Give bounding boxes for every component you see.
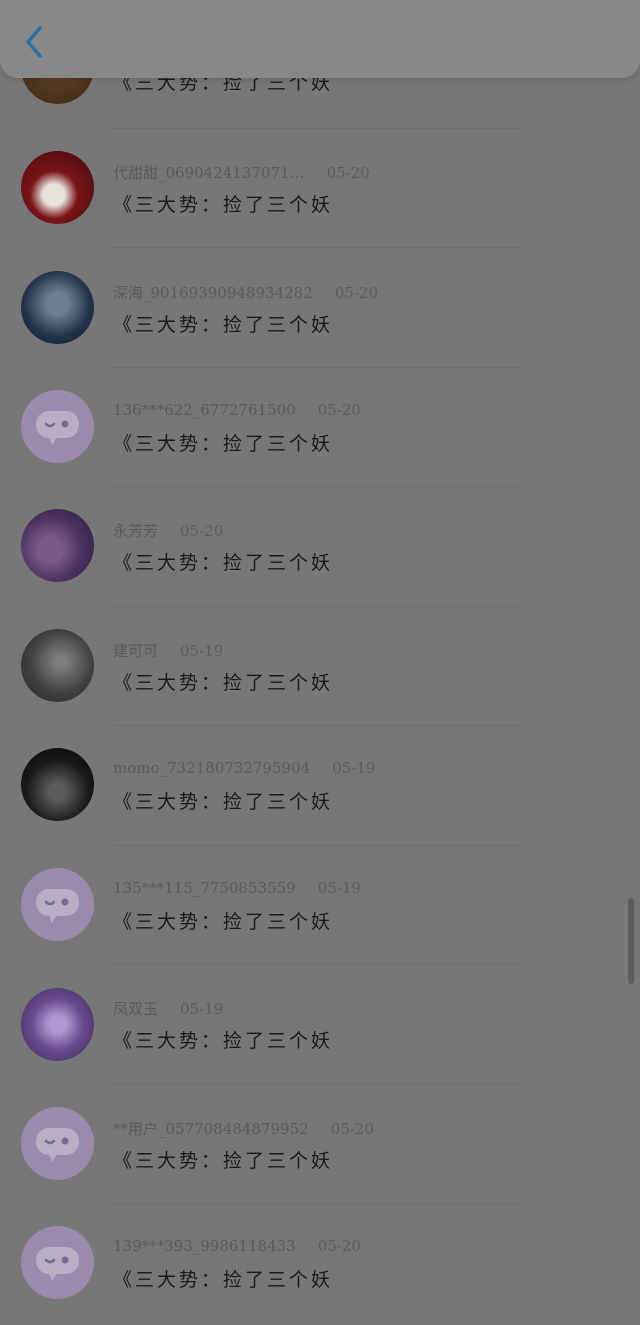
- comment-meta: 永芳芳 05-20: [113, 520, 223, 541]
- default-avatar[interactable]: [21, 390, 94, 463]
- comment-date: 05-19: [332, 759, 376, 777]
- username[interactable]: momo_732180732795904: [113, 759, 310, 777]
- comment-meta: 139***393_9986118433 05-20: [113, 1237, 361, 1255]
- comment-text: 《三大势：捡了三个妖: [113, 911, 334, 933]
- avatar[interactable]: [21, 271, 94, 344]
- avatar[interactable]: [21, 509, 94, 582]
- back-button[interactable]: [18, 22, 54, 62]
- username[interactable]: 永芳芳: [113, 522, 158, 540]
- chat-bubble-icon: [36, 889, 79, 923]
- comment-text: 《三大势：捡了三个妖: [113, 1269, 334, 1291]
- default-avatar[interactable]: [21, 1226, 94, 1299]
- comment-meta: 代甜甜_0690424137071… 05-20: [113, 162, 370, 183]
- comment-meta: momo_732180732795904 05-19: [113, 759, 375, 777]
- comment-meta: 135***115_7750853559 05-19: [113, 879, 361, 897]
- list-item[interactable]: 135***115_7750853559 05-19 《三大势：捡了三个妖: [0, 845, 640, 964]
- username[interactable]: 代甜甜_0690424137071…: [113, 164, 305, 182]
- comment-meta: **用户_057708484879952 05-20: [113, 1118, 374, 1139]
- list-item[interactable]: **用户_057708484879952 05-20 《三大势：捡了三个妖: [0, 1084, 640, 1203]
- avatar[interactable]: [21, 151, 94, 224]
- comment-date: 05-19: [317, 879, 361, 897]
- comment-date: 05-19: [180, 642, 224, 660]
- comment-date: 05-20: [330, 1120, 374, 1138]
- comment-meta: 凤双玉 05-19: [113, 998, 223, 1019]
- username[interactable]: 凤双玉: [113, 1000, 158, 1018]
- comment-text: 《三大势：捡了三个妖: [113, 1030, 334, 1052]
- list-item[interactable]: 凤双玉 05-19 《三大势：捡了三个妖: [0, 964, 640, 1083]
- comment-date: 05-19: [180, 1000, 224, 1018]
- comment-meta: 建可可 05-19: [113, 640, 223, 661]
- comment-text: 《三大势：捡了三个妖: [113, 1150, 334, 1172]
- list-item[interactable]: 代甜甜_0690424137071… 05-20 《三大势：捡了三个妖: [0, 128, 640, 247]
- list-item[interactable]: 永芳芳 05-20 《三大势：捡了三个妖: [0, 486, 640, 605]
- chevron-left-icon: [26, 26, 42, 58]
- username[interactable]: 136***622_6772761500: [113, 401, 296, 419]
- avatar[interactable]: [21, 748, 94, 821]
- avatar[interactable]: [21, 988, 94, 1061]
- comment-date: 05-20: [180, 522, 224, 540]
- comment-text: 《三大势：捡了三个妖: [113, 552, 334, 574]
- username[interactable]: 深海_90169390948934282: [113, 284, 313, 302]
- comment-date: 05-20: [326, 164, 370, 182]
- chat-bubble-icon: [36, 1128, 79, 1162]
- avatar[interactable]: [21, 629, 94, 702]
- comment-text: 《三大势：捡了三个妖: [113, 433, 334, 455]
- chat-bubble-icon: [36, 1247, 79, 1281]
- default-avatar[interactable]: [21, 1107, 94, 1180]
- comment-date: 05-20: [334, 284, 378, 302]
- comment-text: 《三大势：捡了三个妖: [113, 672, 334, 694]
- chat-bubble-icon: [36, 411, 79, 445]
- scrollbar[interactable]: [628, 898, 634, 984]
- list-item[interactable]: 建可可 05-19 《三大势：捡了三个妖: [0, 606, 640, 725]
- username[interactable]: **用户_057708484879952: [113, 1120, 309, 1138]
- list-item[interactable]: 136***622_6772761500 05-20 《三大势：捡了三个妖: [0, 367, 640, 486]
- comment-text: 《三大势：捡了三个妖: [113, 194, 334, 216]
- comment-date: 05-20: [317, 401, 361, 419]
- username[interactable]: 建可可: [113, 642, 158, 660]
- username[interactable]: 135***115_7750853559: [113, 879, 296, 897]
- list-item[interactable]: 139***393_9986118433 05-20 《三大势：捡了三个妖: [0, 1203, 640, 1322]
- comment-text: 《三大势：捡了三个妖: [113, 314, 334, 336]
- username[interactable]: 139***393_9986118433: [113, 1237, 296, 1255]
- comment-text: 《三大势：捡了三个妖: [113, 791, 334, 813]
- list-item[interactable]: 深海_90169390948934282 05-20 《三大势：捡了三个妖: [0, 248, 640, 367]
- default-avatar[interactable]: [21, 868, 94, 941]
- list-item[interactable]: momo_732180732795904 05-19 《三大势：捡了三个妖: [0, 725, 640, 844]
- comment-meta: 深海_90169390948934282 05-20: [113, 282, 378, 303]
- comment-meta: 136***622_6772761500 05-20: [113, 401, 361, 419]
- top-bar: [0, 0, 640, 78]
- comment-date: 05-20: [317, 1237, 361, 1255]
